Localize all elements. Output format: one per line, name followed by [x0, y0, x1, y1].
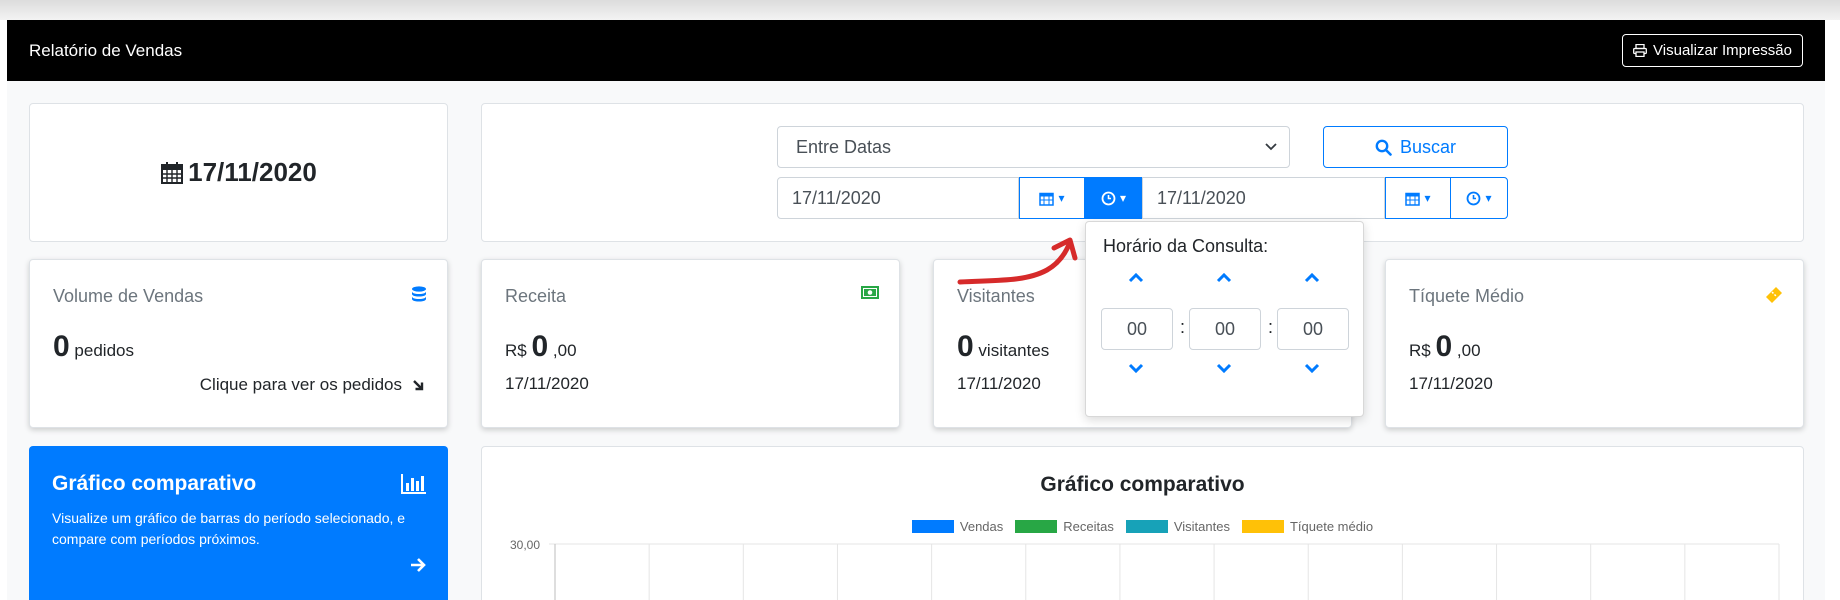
chevron-down-icon [1265, 143, 1277, 151]
chevron-down-icon [1216, 363, 1232, 373]
stat-number: 0 [531, 330, 549, 363]
end-time-button[interactable]: ▾ [1450, 177, 1508, 219]
printer-icon [1633, 44, 1647, 57]
currency-prefix: R$ [1409, 341, 1431, 360]
chevron-up-icon [1216, 273, 1232, 283]
search-button[interactable]: Buscar [1323, 126, 1508, 168]
hours-increment-button[interactable] [1121, 268, 1151, 288]
average-ticket-value: R$ 0 ,00 [1409, 330, 1481, 364]
revenue-value: R$ 0 ,00 [505, 330, 577, 364]
search-icon [1375, 139, 1392, 156]
stat-number: 0 [53, 330, 70, 363]
stat-number: 0 [957, 330, 974, 363]
arrow-down-right-icon [413, 379, 424, 390]
bar-chart-icon [401, 474, 426, 494]
sales-volume-value: 0 pedidos [53, 330, 134, 364]
caret-down-icon: ▾ [1119, 191, 1127, 205]
print-preview-button[interactable]: Visualizar Impressão [1622, 34, 1803, 67]
red-annotation-arrow [957, 237, 1078, 285]
current-date-card: 17/11/2020 [29, 103, 448, 242]
stat-suffix: ,00 [1456, 341, 1481, 360]
ticket-icon [1766, 287, 1782, 303]
chart-grid [549, 543, 1780, 600]
stat-suffix: visitantes [978, 341, 1050, 360]
stat-date: 17/11/2020 [1409, 374, 1493, 393]
minutes-value: 00 [1214, 318, 1236, 339]
comparison-chart-card[interactable]: Gráfico comparativo Visualize um gráfico… [29, 446, 448, 600]
calendar-icon [1405, 192, 1421, 206]
browser-top-shadow [0, 0, 1840, 20]
start-time-button[interactable]: ▾ [1085, 177, 1142, 219]
seconds-value: 00 [1302, 318, 1324, 339]
end-date-calendar-button[interactable]: ▾ [1385, 177, 1451, 219]
database-icon [412, 286, 426, 302]
clock-icon [1467, 191, 1481, 205]
seconds-increment-button[interactable] [1297, 268, 1327, 288]
search-button-label: Buscar [1399, 136, 1457, 157]
time-picker-popover: Horário da Consulta: 00 : 00 : 00 [1085, 221, 1364, 417]
hours-value: 00 [1126, 318, 1148, 339]
currency-prefix: R$ [505, 341, 527, 360]
revenue-card: Receita R$ 0 ,00 17/11/2020 [481, 259, 900, 428]
stat-title: Tíquete Médio [1409, 286, 1525, 306]
chevron-down-icon [1304, 363, 1320, 373]
caret-down-icon: ▾ [1424, 191, 1431, 205]
seconds-field[interactable]: 00 [1277, 308, 1349, 350]
stat-suffix: pedidos [74, 341, 134, 360]
chevron-up-icon [1128, 273, 1144, 283]
page-title: Relatório de Vendas [29, 40, 183, 60]
visitors-value: 0 visitantes [957, 330, 1049, 364]
clock-icon [1101, 191, 1116, 205]
stat-date: 17/11/2020 [505, 374, 589, 393]
hours-field[interactable]: 00 [1101, 308, 1173, 350]
stat-title: Volume de Vendas [53, 286, 204, 306]
start-date-value: 17/11/2020 [792, 187, 881, 208]
average-ticket-card: Tíquete Médio R$ 0 ,00 17/11/2020 [1385, 259, 1804, 428]
start-date-input[interactable]: 17/11/2020 [777, 177, 1019, 219]
hours-decrement-button[interactable] [1121, 358, 1151, 378]
chevron-down-icon [1128, 363, 1144, 373]
start-date-calendar-button[interactable]: ▾ [1019, 177, 1085, 219]
view-orders-label: Clique para ver os pedidos [199, 375, 402, 394]
comparison-chart: Gráfico comparativo Vendas Receitas Visi… [481, 446, 1804, 600]
minutes-increment-button[interactable] [1209, 268, 1239, 288]
stat-date: 17/11/2020 [957, 374, 1041, 393]
end-date-input[interactable]: 17/11/2020 [1142, 177, 1385, 219]
arrow-right-icon [411, 558, 426, 572]
minutes-decrement-button[interactable] [1209, 358, 1239, 378]
comparison-card-description: Visualize um gráfico de barras do períod… [52, 510, 406, 547]
time-separator: : [1268, 317, 1274, 337]
chevron-up-icon [1304, 273, 1320, 283]
current-date: 17/11/2020 [188, 157, 317, 187]
minutes-field[interactable]: 00 [1189, 308, 1261, 350]
caret-down-icon: ▾ [1058, 191, 1065, 205]
period-select-value: Entre Datas [796, 136, 892, 157]
stat-title: Receita [505, 286, 567, 306]
comparison-card-title: Gráfico comparativo [52, 472, 257, 495]
time-separator: : [1180, 317, 1186, 337]
period-select[interactable]: Entre Datas [777, 126, 1290, 168]
view-orders-link[interactable]: Clique para ver os pedidos [200, 375, 425, 395]
stat-number: 0 [1435, 330, 1453, 363]
print-preview-label: Visualizar Impressão [1653, 42, 1792, 59]
calendar-icon [161, 161, 184, 184]
header-bar: Relatório de Vendas Visualizar Impressão [7, 20, 1825, 81]
calendar-icon [1039, 192, 1055, 206]
stat-suffix: ,00 [552, 341, 577, 360]
sales-volume-card[interactable]: Volume de Vendas 0 pedidos Clique para v… [29, 259, 448, 428]
caret-down-icon: ▾ [1485, 191, 1492, 205]
seconds-decrement-button[interactable] [1297, 358, 1327, 378]
time-picker-title: Horário da Consulta: [1103, 236, 1269, 256]
end-date-value: 17/11/2020 [1157, 187, 1246, 208]
money-icon [861, 286, 879, 299]
